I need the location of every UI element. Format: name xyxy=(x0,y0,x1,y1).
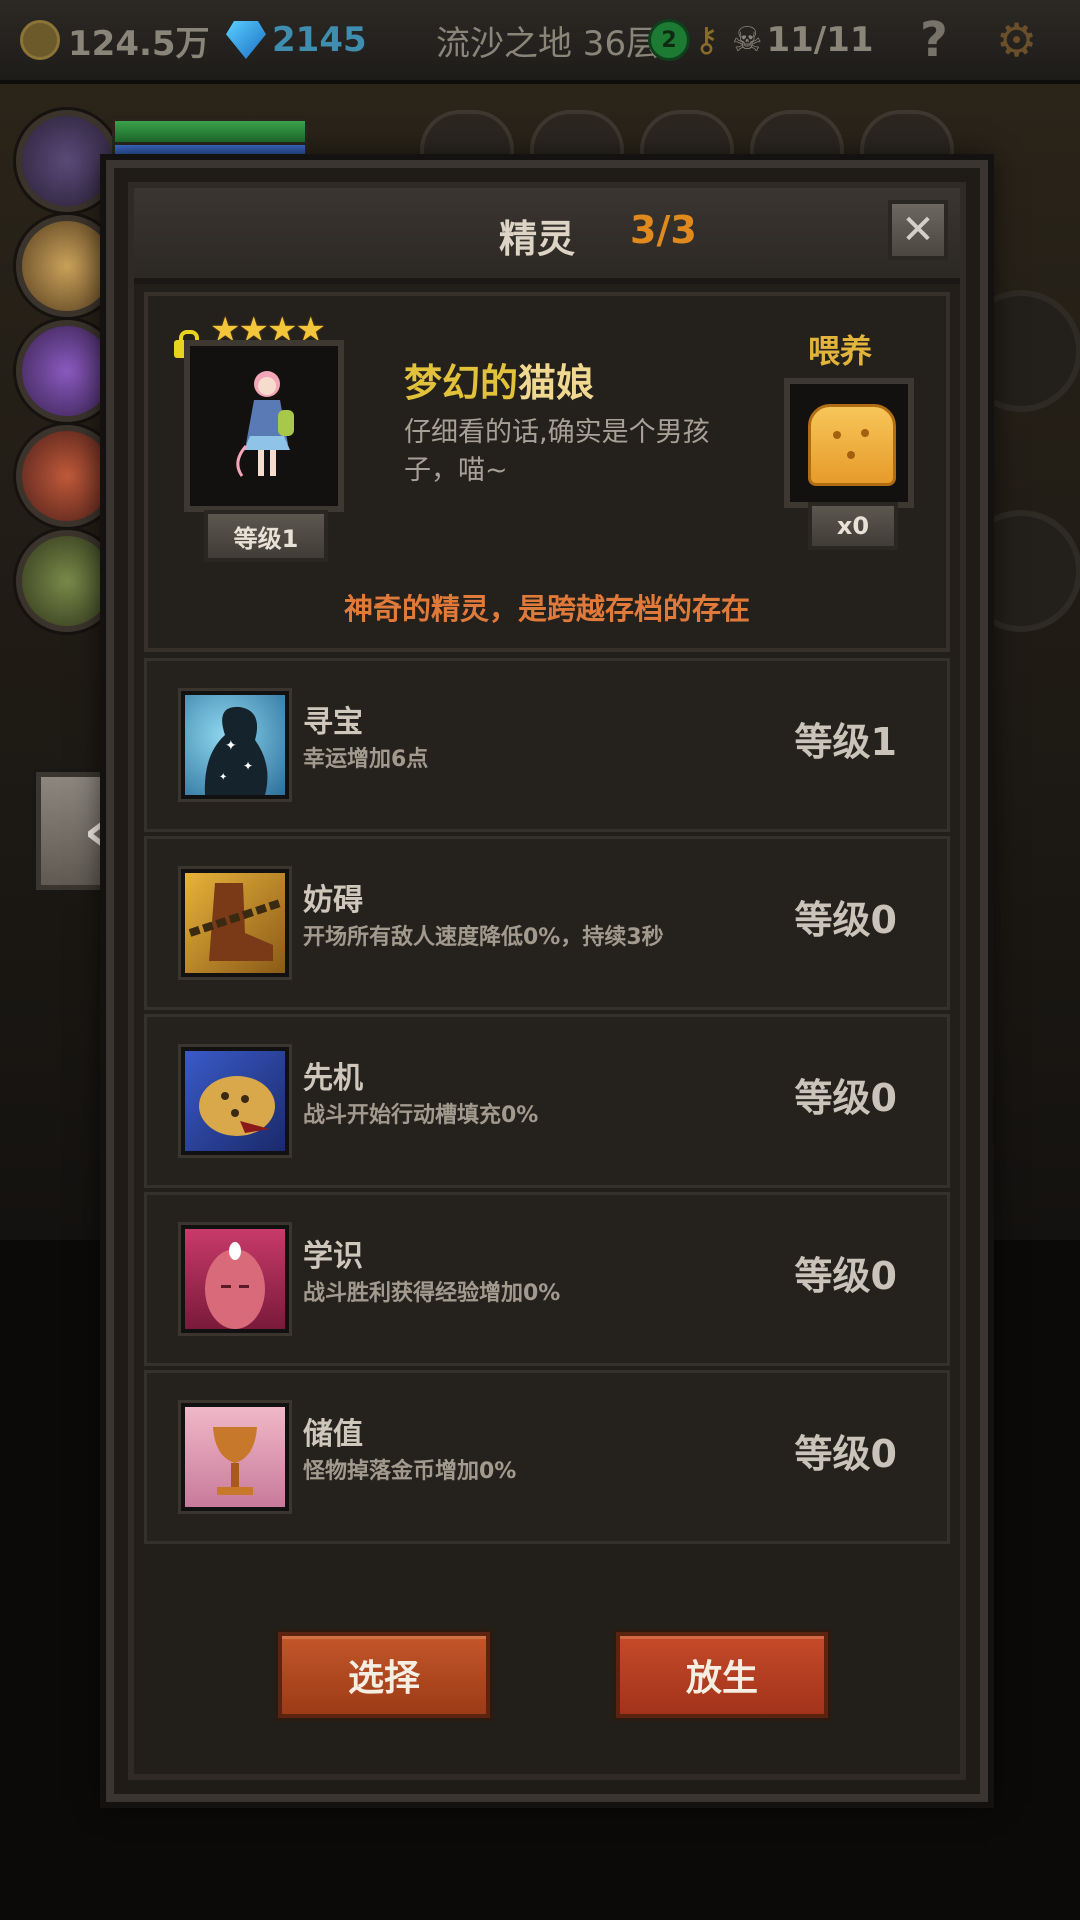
help-button[interactable]: ? xyxy=(920,0,948,80)
svg-text:✦: ✦ xyxy=(225,738,237,754)
key-icon: ⚷ xyxy=(694,20,719,60)
skull-icon: ☠ xyxy=(732,20,763,60)
sprite-info-panel: ★★★★ 等级1 梦幻的猫娘 仔细看的话,确实是个男孩子，喵~ 喂养 x0 神奇… xyxy=(144,292,950,652)
key-count-badge: 2 xyxy=(648,19,690,61)
close-icon: ✕ xyxy=(901,207,935,253)
key-counter[interactable]: 2 ⚷ xyxy=(648,0,723,80)
settings-button[interactable]: ⚙ xyxy=(996,0,1037,80)
dialog-body: 精灵 3/3 ✕ ★★★★ 等级1 梦幻的猫娘 仔细看的话,确实是个男孩子，喵~… xyxy=(128,182,966,1780)
sprite-name: 梦幻的猫娘 xyxy=(404,352,594,407)
catgirl-sprite-image xyxy=(236,371,294,477)
gem-amount: 2145 xyxy=(272,20,367,60)
sprite-level-tag: 等级1 xyxy=(204,510,328,562)
skill-description: 怪物掉落金币增加0% xyxy=(303,1459,517,1484)
leopard-icon xyxy=(181,1047,289,1155)
skill-description: 开场所有敌人速度降低0%，持续3秒 xyxy=(303,925,664,950)
gold-counter: 124.5万 xyxy=(20,0,210,80)
chevron-left-icon: ‹ xyxy=(83,799,107,863)
skill-row-hinder: 妨碍 开场所有敌人速度降低0%，持续3秒 等级0 xyxy=(144,836,950,1010)
gear-icon: ⚙ xyxy=(996,13,1038,67)
sprite-count: 3/3 xyxy=(630,208,697,252)
skill-name: 寻宝 xyxy=(303,705,363,740)
sprite-tagline: 神奇的精灵，是跨越存档的存在 xyxy=(343,592,750,626)
skill-level: 等级0 xyxy=(794,898,897,942)
sprite-name-main: 猫娘 xyxy=(518,361,595,405)
kill-counter: ☠ 11/11 xyxy=(732,0,874,80)
location-label: 流沙之地 36层 xyxy=(436,0,660,80)
sprite-portrait xyxy=(184,340,344,512)
gold-amount: 124.5万 xyxy=(68,23,210,64)
skill-level: 等级1 xyxy=(794,720,897,764)
sprite-description: 仔细看的话,确实是个男孩子，喵~ xyxy=(404,417,710,486)
skill-row-initiative: 先机 战斗开始行动槽填充0% 等级0 xyxy=(144,1014,950,1188)
feed-label: 喂养 xyxy=(808,332,873,370)
skill-name: 先机 xyxy=(303,1061,363,1096)
skill-description: 战斗胜利获得经验增加0% xyxy=(303,1281,561,1306)
diamond-icon xyxy=(226,21,266,59)
kill-count: 11/11 xyxy=(766,20,874,60)
hero-portrait-1[interactable] xyxy=(16,110,118,212)
dialog-titlebar: 精灵 3/3 ✕ xyxy=(134,188,960,284)
help-icon: ? xyxy=(920,12,948,68)
skill-level: 等级0 xyxy=(794,1432,897,1476)
skill-row-treasure: ✦ ✦ ✦ 寻宝 幸运增加6点 等级1 xyxy=(144,658,950,832)
hero-portrait-3[interactable] xyxy=(16,320,118,422)
svg-text:✦: ✦ xyxy=(243,759,253,773)
svg-text:✦: ✦ xyxy=(219,772,227,783)
dialog-title: 精灵 xyxy=(499,217,576,261)
hero-portrait-2[interactable] xyxy=(16,215,118,317)
bread-icon xyxy=(808,404,896,486)
skill-description: 战斗开始行动槽填充0% xyxy=(303,1103,539,1128)
sprite-dialog: 精灵 3/3 ✕ ★★★★ 等级1 梦幻的猫娘 仔细看的话,确实是个男孩子，喵~… xyxy=(106,160,988,1802)
skill-level: 等级0 xyxy=(794,1254,897,1298)
gem-counter: 2145 xyxy=(226,0,367,80)
top-status-bar: 124.5万 2145 流沙之地 36层 2 ⚷ ☠ 11/11 ? ⚙ xyxy=(0,0,1080,84)
skill-level: 等级0 xyxy=(794,1076,897,1120)
treasure-silhouette-icon: ✦ ✦ ✦ xyxy=(181,691,289,799)
hero-portrait-4[interactable] xyxy=(16,425,118,527)
skill-description: 幸运增加6点 xyxy=(303,747,429,772)
location-text: 流沙之地 36层 xyxy=(436,23,661,64)
skill-name: 妨碍 xyxy=(303,883,363,918)
gold-coin-icon xyxy=(20,20,60,60)
skill-name: 学识 xyxy=(303,1239,363,1274)
third-eye-head-icon xyxy=(181,1225,289,1333)
release-button[interactable]: 放生 xyxy=(616,1632,828,1718)
golden-goblet-icon xyxy=(181,1403,289,1511)
skill-row-knowledge: 学识 战斗胜利获得经验增加0% 等级0 xyxy=(144,1192,950,1366)
skill-row-savings: 储值 怪物掉落金币增加0% 等级0 xyxy=(144,1370,950,1544)
chained-boot-icon xyxy=(181,869,289,977)
close-button[interactable]: ✕ xyxy=(888,200,948,260)
skill-name: 储值 xyxy=(303,1417,363,1452)
feed-item-count: x0 xyxy=(808,502,898,550)
sprite-name-prefix: 梦幻的 xyxy=(404,361,519,405)
feed-item-slot[interactable] xyxy=(784,378,914,508)
select-button[interactable]: 选择 xyxy=(278,1632,490,1718)
hero-portrait-5[interactable] xyxy=(16,530,118,632)
